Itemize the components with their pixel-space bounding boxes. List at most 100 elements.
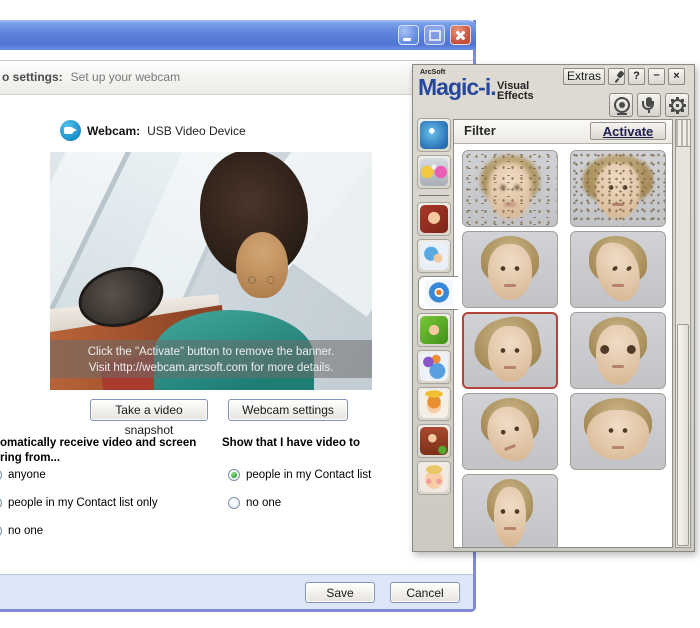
face-eyes bbox=[607, 266, 637, 271]
sidebar-photo-frame-button[interactable] bbox=[417, 313, 451, 347]
save-button[interactable]: Save bbox=[305, 582, 375, 603]
effect-category-sidebar bbox=[415, 118, 453, 495]
radio-label: anyone bbox=[8, 469, 46, 481]
help-button[interactable]: ? bbox=[628, 68, 645, 85]
filter-thumb-slim-face[interactable] bbox=[462, 474, 558, 547]
face-facec bbox=[494, 487, 526, 547]
radio-option-anyone[interactable]: anyone bbox=[0, 466, 220, 480]
radio-label: people in my Contact list only bbox=[8, 497, 158, 509]
sidebar-hand-gesture-button[interactable] bbox=[417, 239, 451, 273]
face-mouth bbox=[612, 365, 624, 368]
pin-icon bbox=[613, 70, 627, 84]
thumb-face-preview bbox=[463, 232, 557, 307]
scrollbar-grip[interactable] bbox=[676, 120, 690, 147]
webcam-device-row: Webcam:USB Video Device bbox=[60, 121, 246, 141]
filter-header: Filter Activate bbox=[454, 120, 672, 144]
sidebar-filter-eye-button[interactable] bbox=[418, 276, 458, 310]
filter-title: Filter bbox=[464, 123, 496, 138]
face-facec bbox=[488, 326, 532, 382]
face-mouth bbox=[612, 446, 624, 449]
face-eyes bbox=[604, 428, 632, 433]
sidebar-photo-edit-button[interactable] bbox=[417, 424, 451, 458]
radio-unselected-icon[interactable] bbox=[0, 525, 2, 537]
filter-thumb-wide-face[interactable] bbox=[570, 393, 666, 470]
filter-eye-icon bbox=[425, 279, 453, 307]
scrollbar-thumb[interactable] bbox=[677, 324, 689, 546]
filter-thumb-big-eyes[interactable] bbox=[570, 312, 666, 389]
panel-settings-button[interactable] bbox=[665, 93, 689, 117]
face-eyes bbox=[591, 345, 644, 355]
webcam-icon bbox=[60, 120, 81, 141]
panel-microphone-button[interactable] bbox=[637, 93, 661, 117]
scene-shape bbox=[242, 274, 282, 286]
filter-thumb-side-sweep[interactable] bbox=[462, 312, 558, 389]
photo-frame-icon bbox=[420, 316, 448, 344]
webcam-settings-button[interactable]: Webcam settings bbox=[228, 399, 348, 421]
filter-thumb-particle-scatter[interactable] bbox=[462, 150, 558, 227]
face-mouth bbox=[504, 284, 516, 287]
radio-label: people in my Contact list bbox=[246, 469, 371, 481]
minimize-icon[interactable] bbox=[398, 25, 419, 45]
sidebar-caricature-button[interactable] bbox=[417, 461, 451, 495]
panel-close-button[interactable]: × bbox=[668, 68, 685, 85]
magic-i-panel: ArcSoft Magic-i. Visual Effects Extras ?… bbox=[412, 64, 695, 552]
dialog-footer: Save Cancel bbox=[0, 574, 473, 609]
extras-button[interactable]: Extras bbox=[563, 68, 605, 85]
panel-scrollbar[interactable] bbox=[675, 119, 691, 548]
radio-unselected-icon[interactable] bbox=[228, 497, 240, 509]
thumb-face-preview bbox=[463, 151, 557, 226]
panel-webcam-button[interactable] bbox=[609, 93, 633, 117]
sidebar-microphone-button[interactable] bbox=[417, 155, 451, 189]
radio-unselected-icon[interactable] bbox=[0, 469, 2, 481]
panel-minimize-button[interactable]: – bbox=[648, 68, 665, 85]
angel-avatar-icon bbox=[420, 390, 448, 418]
gear-icon bbox=[671, 99, 684, 112]
receive-group-title: omatically receive video and screen ring… bbox=[0, 436, 230, 466]
filter-thumb-mask-twist[interactable] bbox=[570, 231, 666, 308]
filter-thumb-particle-burst[interactable] bbox=[570, 150, 666, 227]
face-eyes bbox=[496, 266, 524, 271]
filter-thumb-nose-swirl[interactable] bbox=[462, 393, 558, 470]
sidebar-webcam-tune-button[interactable] bbox=[417, 118, 451, 152]
activate-button[interactable]: Activate bbox=[590, 122, 666, 140]
close-icon[interactable] bbox=[450, 25, 471, 45]
sidebar-theme-sound-button[interactable] bbox=[417, 350, 451, 384]
photo-edit-icon bbox=[420, 427, 448, 455]
take-snapshot-button[interactable]: Take a video snapshot bbox=[90, 399, 208, 421]
webcam-icon bbox=[614, 97, 630, 113]
header-title: o settings: bbox=[2, 70, 63, 84]
thumb-face-preview bbox=[571, 232, 665, 307]
filter-thumb-front-face[interactable] bbox=[462, 231, 558, 308]
thumb-face-preview bbox=[571, 313, 665, 388]
face-facec bbox=[488, 244, 532, 300]
thumb-face-preview bbox=[571, 151, 665, 226]
pin-button[interactable] bbox=[608, 68, 625, 85]
banner-line-1: Click the "Activate" button to remove th… bbox=[50, 344, 372, 360]
sidebar-angel-avatar-button[interactable] bbox=[417, 387, 451, 421]
banner-line-2: Visit http://webcam.arcsoft.com for more… bbox=[50, 360, 372, 376]
sidebar-avatar-frame-button[interactable] bbox=[417, 202, 451, 236]
radio-selected-icon[interactable] bbox=[228, 469, 240, 481]
video-preview: Click the "Activate" button to remove th… bbox=[50, 152, 372, 390]
radio-option-no-one[interactable]: no one bbox=[0, 522, 220, 536]
radio-label: no one bbox=[8, 525, 43, 537]
brand-tagline-line2: Effects bbox=[497, 91, 534, 101]
header-subtitle: Set up your webcam bbox=[71, 70, 180, 84]
brand-tagline: Visual Effects bbox=[497, 81, 534, 101]
face-facec bbox=[587, 410, 649, 460]
webcam-device-name: USB Video Device bbox=[147, 124, 246, 138]
theme-sound-icon bbox=[420, 353, 448, 381]
window-content: o settings: Set up your webcam Webcam:USB… bbox=[0, 50, 473, 609]
radio-label: no one bbox=[246, 497, 281, 509]
face-noise bbox=[463, 151, 557, 226]
face-eyes bbox=[496, 348, 524, 353]
radio-option-people-in-my-contact-list-only[interactable]: people in my Contact list only bbox=[0, 494, 220, 508]
cancel-button[interactable]: Cancel bbox=[390, 582, 460, 603]
maximize-icon[interactable] bbox=[424, 25, 445, 45]
microphone-icon bbox=[420, 158, 448, 186]
radio-unselected-icon[interactable] bbox=[0, 497, 2, 509]
thumb-face-preview bbox=[464, 314, 556, 387]
scene-shape bbox=[236, 232, 288, 298]
window-titlebar[interactable] bbox=[0, 20, 476, 50]
video-settings-window: o settings: Set up your webcam Webcam:USB… bbox=[0, 20, 476, 612]
